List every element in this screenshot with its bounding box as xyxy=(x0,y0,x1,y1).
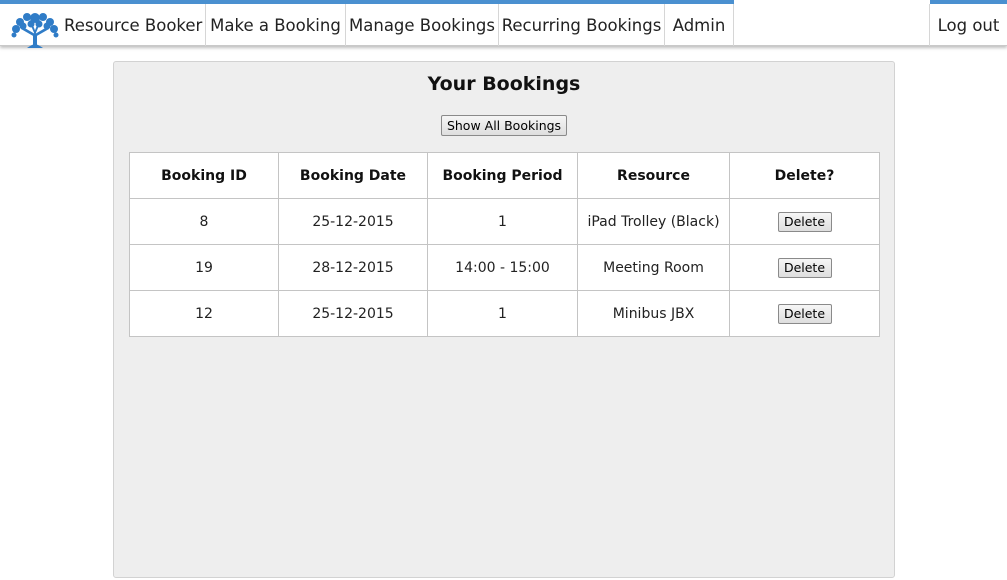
delete-cell: Delete xyxy=(729,244,880,291)
delete-button[interactable]: Delete xyxy=(777,257,832,278)
table-row: 12 25-12-2015 1 Minibus JBX Delete xyxy=(129,290,880,337)
tree-icon xyxy=(11,13,59,48)
booking-id-cell: 8 xyxy=(129,198,279,245)
delete-button[interactable]: Delete xyxy=(777,303,832,324)
nav-item-manage-bookings[interactable]: Manage Bookings xyxy=(346,4,498,46)
top-navigation-bar: Resource Booker Make a Booking Manage Bo… xyxy=(0,0,1007,48)
nav-item-recurring-bookings[interactable]: Recurring Bookings xyxy=(499,4,664,46)
booking-date-cell: 28-12-2015 xyxy=(278,244,428,291)
booking-period-cell: 1 xyxy=(427,290,578,337)
booking-id-cell: 19 xyxy=(129,244,279,291)
resource-cell: iPad Trolley (Black) xyxy=(577,198,730,245)
nav-item-admin[interactable]: Admin xyxy=(665,4,733,46)
bookings-table: Booking ID Booking Date Booking Period R… xyxy=(129,152,880,337)
column-header-booking-period: Booking Period xyxy=(427,152,578,199)
delete-button[interactable]: Delete xyxy=(777,211,832,232)
brand-title: Resource Booker xyxy=(64,16,203,35)
resource-cell: Meeting Room xyxy=(577,244,730,291)
booking-id-cell: 12 xyxy=(129,290,279,337)
booking-period-cell: 1 xyxy=(427,198,578,245)
column-header-delete: Delete? xyxy=(729,152,880,199)
booking-date-cell: 25-12-2015 xyxy=(278,198,428,245)
show-all-bookings-button[interactable]: Show All Bookings xyxy=(441,115,567,136)
delete-cell: Delete xyxy=(729,290,880,337)
resource-cell: Minibus JBX xyxy=(577,290,730,337)
brand-link[interactable]: Resource Booker xyxy=(0,4,205,48)
nav-item-make-booking[interactable]: Make a Booking xyxy=(206,4,345,46)
column-header-resource: Resource xyxy=(577,152,730,199)
booking-date-cell: 25-12-2015 xyxy=(278,290,428,337)
delete-cell: Delete xyxy=(729,198,880,245)
page-title: Your Bookings xyxy=(427,73,581,95)
table-row: 19 28-12-2015 14:00 - 15:00 Meeting Room… xyxy=(129,244,880,291)
nav-divider xyxy=(733,4,734,46)
logout-link[interactable]: Log out xyxy=(930,4,1007,46)
column-header-booking-date: Booking Date xyxy=(278,152,428,199)
table-header-row: Booking ID Booking Date Booking Period R… xyxy=(129,152,880,199)
bookings-panel: Your Bookings Show All Bookings Booking … xyxy=(113,61,895,578)
booking-period-cell: 14:00 - 15:00 xyxy=(427,244,578,291)
column-header-booking-id: Booking ID xyxy=(129,152,279,199)
table-row: 8 25-12-2015 1 iPad Trolley (Black) Dele… xyxy=(129,198,880,245)
